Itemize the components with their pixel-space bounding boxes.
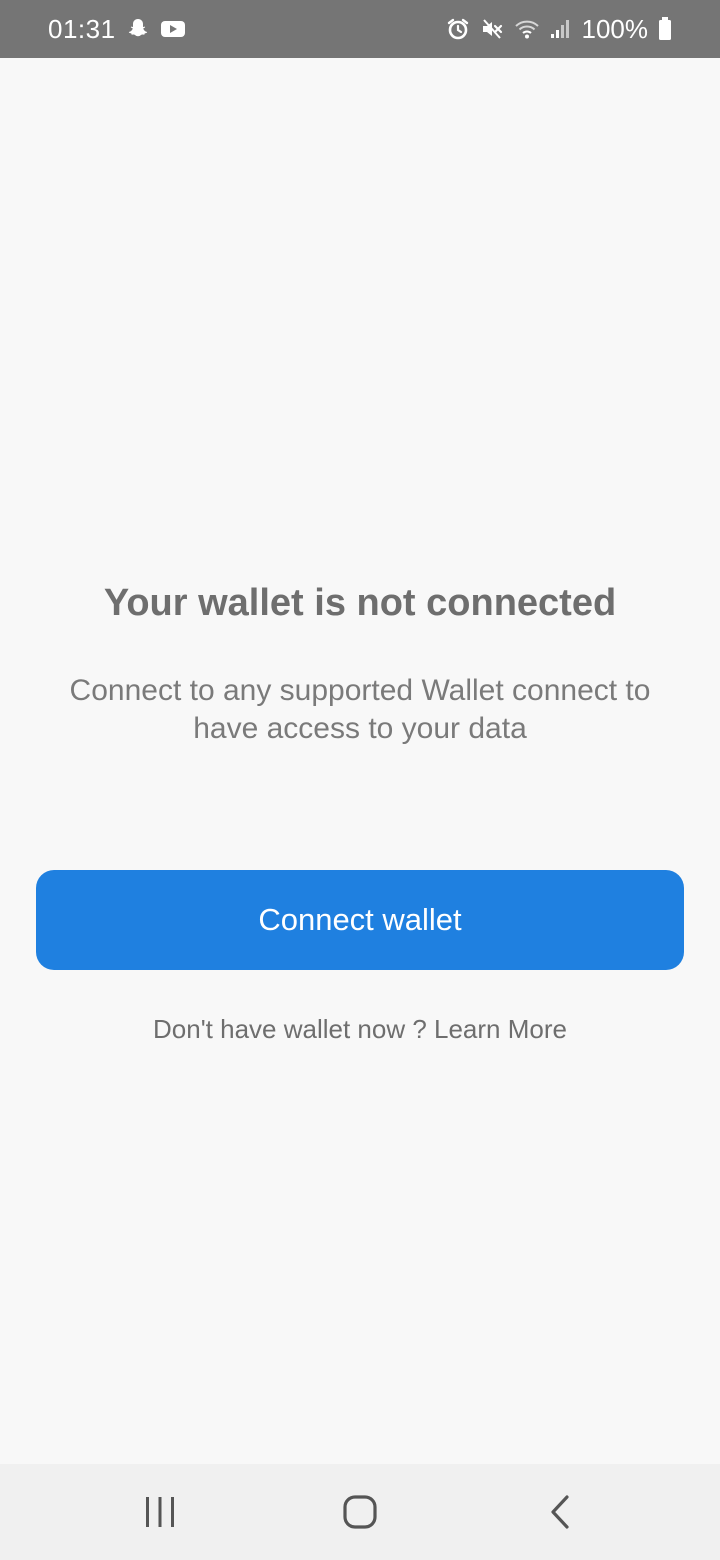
status-time: 01:31 [48,13,116,44]
learn-more-link[interactable]: Learn More [434,1014,567,1044]
status-bar-right: 100% [446,14,673,45]
status-bar: 01:31 100% [0,0,720,58]
navigation-bar [0,1464,720,1560]
snapchat-icon [126,17,150,41]
home-button[interactable] [300,1464,420,1560]
mute-icon [480,17,504,41]
page-description: Connect to any supported Wallet connect … [69,674,651,745]
connect-wallet-button[interactable]: Connect wallet [36,870,684,970]
status-bar-left: 01:31 [48,14,186,45]
home-icon [342,1494,378,1530]
wifi-icon [514,18,540,40]
recent-apps-button[interactable] [100,1464,220,1560]
alarm-icon [446,17,470,41]
youtube-icon [160,19,186,39]
main-content: Your wallet is not connected Connect to … [0,58,720,1464]
back-icon [548,1494,572,1530]
no-wallet-text: Don't have wallet now ? [153,1014,435,1044]
recent-apps-icon [143,1496,177,1528]
back-button[interactable] [500,1464,620,1560]
signal-icon [550,19,570,39]
battery-percent: 100% [581,13,649,44]
battery-icon [658,17,672,41]
app-screen: 01:31 100% Your wallet is not connected … [0,0,720,1560]
no-wallet-hint: Don't have wallet now ? Learn More [0,1014,720,1045]
page-title: Your wallet is not connected [103,582,617,624]
